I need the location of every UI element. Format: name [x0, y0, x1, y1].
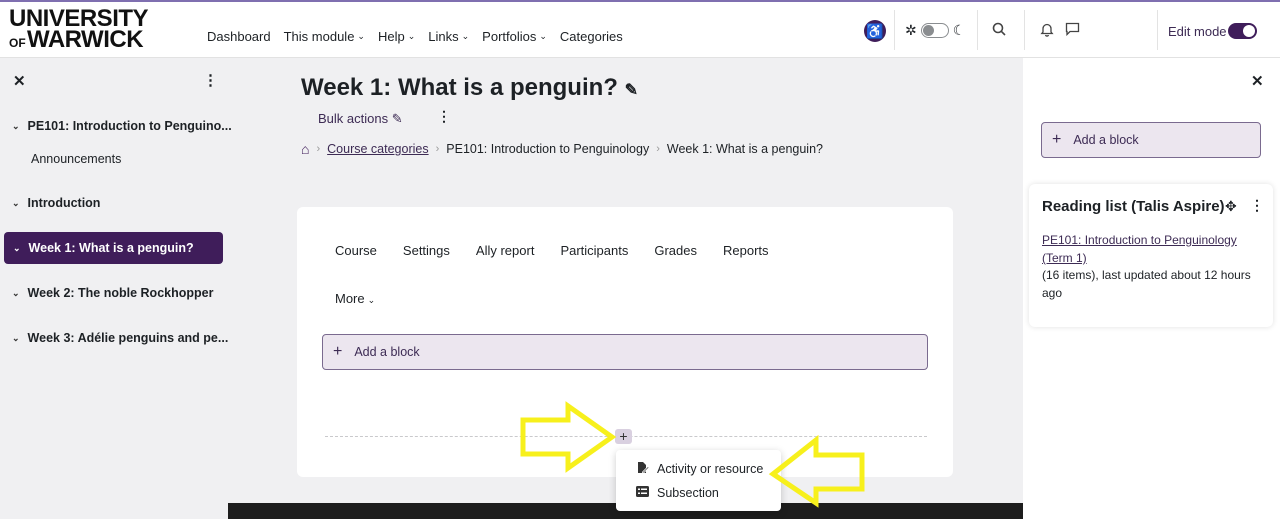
breadcrumb-current: Week 1: What is a penguin? — [666, 142, 823, 156]
tab-more[interactable]: More ⌄ — [335, 291, 375, 306]
breadcrumb: ⌂ › Course categories › PE101: Introduct… — [301, 141, 823, 157]
bulk-actions-button[interactable]: Bulk actions ✎ — [318, 111, 403, 127]
chevron-down-icon: ⌄ — [461, 31, 470, 41]
chevron-down-icon: ⌄ — [357, 31, 365, 41]
search-icon[interactable] — [992, 22, 1006, 39]
move-icon[interactable]: ✥ — [1225, 198, 1237, 215]
page-title: Week 1: What is a penguin? ✎ — [301, 74, 639, 101]
breadcrumb-course[interactable]: PE101: Introduction to Penguinology — [446, 142, 649, 156]
course-content-card: Course Settings Ally report Participants… — [297, 207, 953, 477]
theme-switcher: ✲ ☾ — [905, 22, 965, 39]
course-index-section[interactable]: ⌄ Introduction — [12, 196, 100, 210]
moon-icon: ☾ — [952, 22, 966, 38]
home-icon[interactable]: ⌂ — [301, 141, 309, 157]
list-icon — [636, 486, 657, 500]
tab-settings[interactable]: Settings — [403, 243, 450, 258]
primary-nav: Dashboard This module ⌄ Help ⌄ Links ⌄ Port… — [207, 29, 636, 44]
course-tabs: Course Settings Ally report Participants… — [335, 243, 795, 258]
chevron-down-icon: ⌄ — [539, 31, 547, 41]
chevron-down-icon[interactable]: ⌄ — [12, 288, 20, 299]
divider — [1157, 10, 1158, 50]
file-edit-icon — [636, 461, 657, 477]
menu-item-subsection[interactable]: Subsection — [636, 486, 719, 500]
nav-categories[interactable]: Categories — [560, 29, 623, 44]
pencil-icon: ✎ — [391, 111, 403, 126]
chevron-right-icon: › — [435, 143, 440, 155]
course-index-section[interactable]: ⌄ PE101: Introduction to Penguino... — [12, 119, 232, 133]
reading-list-block: Reading list (Talis Aspire) ✥ ⋮ PE101: I… — [1029, 184, 1273, 327]
course-index-drawer: ✕ ⋮ ⌄ PE101: Introduction to Penguino... … — [0, 58, 232, 519]
nav-links[interactable]: Links ⌄ — [428, 29, 469, 44]
tab-reports[interactable]: Reports — [723, 243, 769, 258]
add-block-button[interactable]: + Add a block — [1041, 122, 1261, 158]
edit-mode-toggle[interactable] — [1228, 23, 1257, 39]
course-index-section[interactable]: ⌄ Week 2: The noble Rockhopper — [12, 286, 213, 300]
close-icon[interactable]: ✕ — [13, 72, 26, 90]
course-index-section[interactable]: ⌄ Week 3: Adélie penguins and pe... — [12, 331, 228, 345]
chevron-right-icon: › — [656, 143, 660, 155]
chevron-down-icon[interactable]: ⌄ — [12, 121, 20, 132]
dark-mode-toggle[interactable] — [920, 23, 949, 38]
plus-icon: + — [1052, 131, 1062, 148]
add-content-menu: Activity or resource Subsection — [616, 450, 781, 511]
nav-this-module[interactable]: This module ⌄ — [284, 29, 365, 44]
sun-icon: ✲ — [905, 22, 917, 38]
chevron-down-icon[interactable]: ⌄ — [13, 243, 21, 254]
plus-icon: + — [333, 343, 343, 360]
tab-ally-report[interactable]: Ally report — [476, 243, 535, 258]
tab-course[interactable]: Course — [335, 243, 377, 258]
block-title: Reading list (Talis Aspire) — [1042, 198, 1225, 215]
chevron-down-icon: ⌄ — [367, 295, 376, 305]
course-index-section-active[interactable]: ⌄ Week 1: What is a penguin? — [4, 232, 223, 264]
logo-line-2: WARWICK — [27, 26, 144, 53]
divider — [977, 10, 978, 50]
close-icon[interactable]: ✕ — [1251, 72, 1264, 90]
logo-of: OF — [9, 36, 26, 50]
university-logo[interactable]: UNIVERSITY OF WARWICK — [9, 7, 149, 53]
kebab-menu-icon[interactable]: ⋮ — [203, 71, 218, 89]
kebab-menu-icon[interactable]: ⋮ — [437, 108, 451, 125]
chevron-down-icon[interactable]: ⌄ — [12, 333, 20, 344]
chevron-down-icon: ⌄ — [407, 31, 416, 41]
menu-item-activity-or-resource[interactable]: Activity or resource — [636, 461, 763, 477]
divider — [1024, 10, 1025, 50]
reading-list-link[interactable]: PE101: Introduction to Penguinology (Ter… — [1042, 231, 1257, 267]
reading-list-details: (16 items), last updated about 12 hours … — [1042, 268, 1251, 300]
chat-icon[interactable] — [1065, 22, 1080, 39]
top-navbar: UNIVERSITY OF WARWICK Dashboard This modu… — [0, 0, 1280, 58]
kebab-menu-icon[interactable]: ⋮ — [1250, 197, 1264, 214]
add-content-button[interactable]: + — [615, 429, 632, 444]
tab-participants[interactable]: Participants — [560, 243, 628, 258]
breadcrumb-course-categories[interactable]: Course categories — [327, 142, 428, 156]
tab-grades[interactable]: Grades — [654, 243, 697, 258]
chevron-down-icon[interactable]: ⌄ — [12, 198, 20, 209]
chevron-right-icon: › — [316, 143, 321, 155]
edit-mode-label: Edit mode — [1168, 24, 1227, 39]
course-index-announcements[interactable]: Announcements — [31, 152, 121, 166]
add-block-button[interactable]: + Add a block — [322, 334, 928, 370]
nav-help[interactable]: Help ⌄ — [378, 29, 415, 44]
nav-dashboard[interactable]: Dashboard — [207, 29, 271, 44]
accessibility-icon[interactable]: ♿ — [864, 20, 886, 42]
bell-icon[interactable] — [1040, 22, 1054, 40]
pencil-icon[interactable]: ✎ — [625, 82, 638, 99]
divider — [894, 10, 895, 50]
nav-portfolios[interactable]: Portfolios ⌄ — [482, 29, 547, 44]
